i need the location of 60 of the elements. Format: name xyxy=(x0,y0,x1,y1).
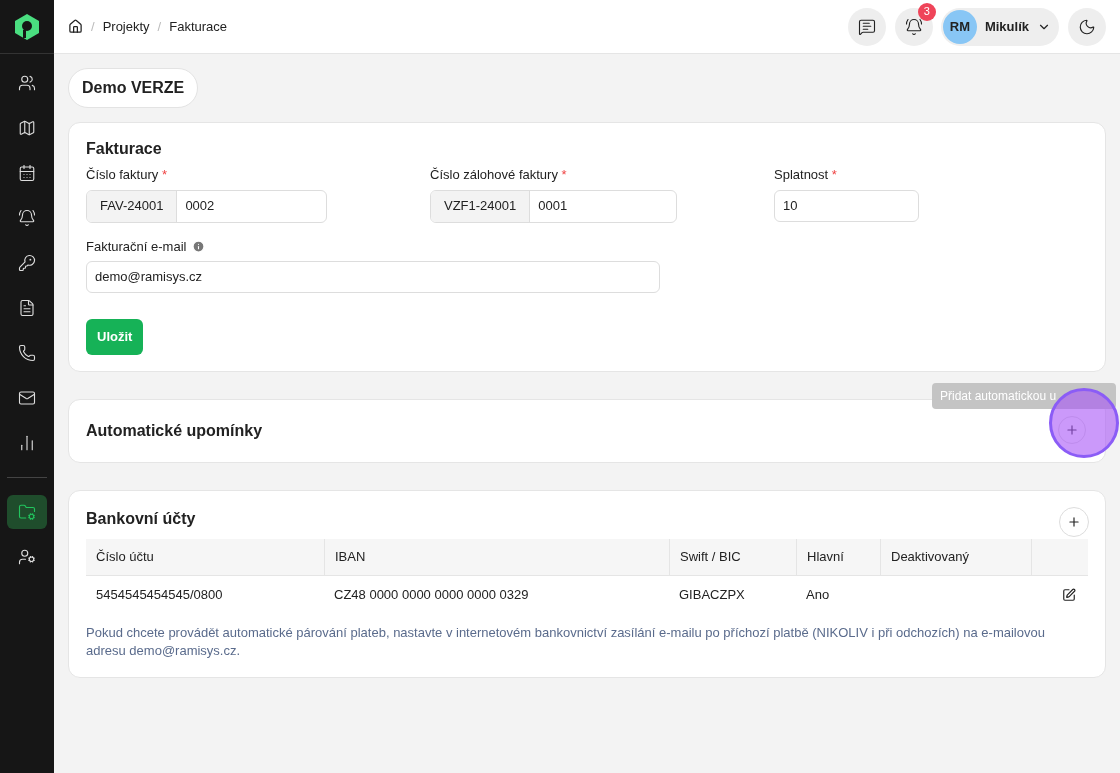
table-cell-text: Ano xyxy=(805,585,831,604)
plus-icon xyxy=(1067,514,1081,529)
column-header: Swift / BIC xyxy=(669,538,796,576)
bell-icon xyxy=(904,17,923,36)
calendar-icon xyxy=(18,164,36,182)
input-field[interactable]: FAV-24001 0002 xyxy=(86,189,327,223)
messages-button[interactable] xyxy=(847,7,886,46)
user-settings-icon xyxy=(18,548,36,566)
card-title: Fakturace xyxy=(86,139,163,159)
field-label: Fakturační e-mail xyxy=(86,237,187,256)
notification-badge: 3 xyxy=(917,2,936,21)
column-header: IBAN xyxy=(324,538,669,576)
document-icon xyxy=(18,299,36,317)
table-cell-text: GIBACZPX xyxy=(678,585,746,604)
chart-icon xyxy=(18,434,36,452)
user-name: Mikulík xyxy=(984,17,1029,36)
user-avatar: RM xyxy=(942,9,977,44)
folder-icon xyxy=(18,503,36,521)
input-field[interactable]: demo@ramisys.cz xyxy=(86,261,660,293)
field-value: 0001 xyxy=(537,197,569,216)
map-icon xyxy=(18,119,36,137)
card-title: Automatické upomínky xyxy=(86,420,263,441)
users-icon xyxy=(18,74,36,92)
sidebar-item[interactable] xyxy=(7,495,47,529)
input-field[interactable]: VZF1-24001 0001 xyxy=(430,189,677,223)
breadcrumb-separator: / xyxy=(157,17,162,36)
field-prefix: FAV-24001 xyxy=(87,190,178,222)
message-icon xyxy=(857,17,876,36)
table-cell-text: CZ48 0000 0000 0000 0000 0329 xyxy=(333,585,530,604)
mail-icon xyxy=(18,389,36,407)
field-label: Splatnost * xyxy=(774,166,838,184)
plus-icon xyxy=(1065,422,1079,437)
field-value: 0002 xyxy=(184,197,216,216)
bell-icon xyxy=(18,209,36,227)
key-icon xyxy=(18,254,36,272)
moon-icon xyxy=(1078,17,1096,36)
home-icon[interactable] xyxy=(68,19,83,34)
add-button[interactable] xyxy=(1059,506,1089,537)
tooltip: Přidat automatickou u xyxy=(932,382,1116,409)
edit-icon[interactable] xyxy=(1062,587,1076,602)
breadcrumb-link[interactable]: Projekty xyxy=(102,16,150,37)
breadcrumb-link[interactable]: Fakturace xyxy=(169,16,228,37)
user-menu[interactable]: RM Mikulík xyxy=(940,7,1059,46)
card-title: Bankovní účty xyxy=(86,508,196,529)
version-badge: Demo VERZE xyxy=(68,68,199,108)
info-icon xyxy=(192,239,206,253)
input-field[interactable]: 10 xyxy=(774,189,919,222)
field-prefix: VZF1-24001 xyxy=(431,190,531,222)
breadcrumb-separator: / xyxy=(91,17,95,36)
info-text: Pokud chcete provádět automatické párování plateb, nastavte v internetovém bankovnictví zasílání e-mailu po příchozí platbě (NIKOLIV i při odchozích) na e-mailovou adresu demo@ramisys.cz. xyxy=(86,623,1046,660)
header-cell xyxy=(1031,538,1088,576)
column-header: Číslo účtu xyxy=(86,538,324,576)
column-header: Deaktivovaný xyxy=(880,538,1031,576)
logo-icon xyxy=(14,12,40,41)
phone-icon xyxy=(18,344,36,362)
column-header: Hlavní xyxy=(796,538,880,576)
table-cell-text: 5454545454545/0800 xyxy=(95,585,224,604)
field-label: Číslo faktury * xyxy=(86,166,168,184)
theme-button[interactable] xyxy=(1068,7,1106,46)
field-label: Číslo zálohové faktury * xyxy=(430,166,568,184)
